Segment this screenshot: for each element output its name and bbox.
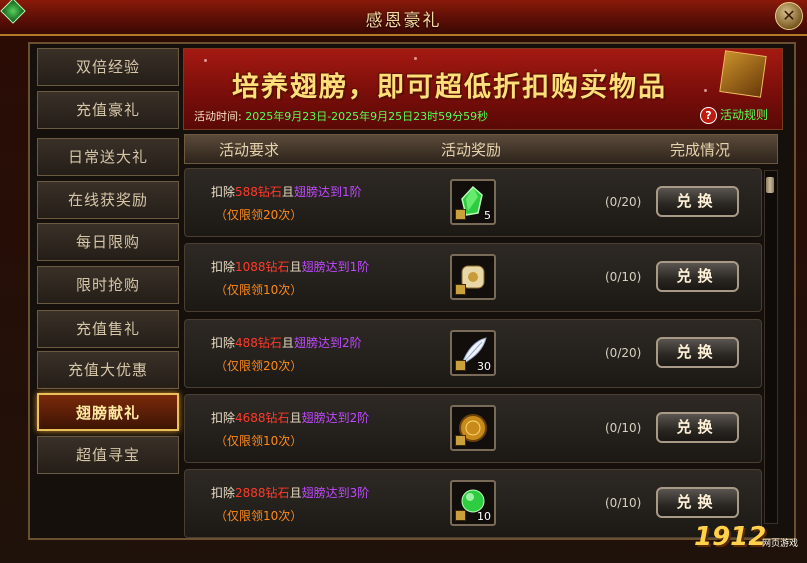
- sidebar-item-recharge-gift[interactable]: 充值豪礼: [37, 91, 179, 129]
- lock-icon: [455, 284, 466, 295]
- gift-box-icon: [719, 50, 767, 98]
- rules-link[interactable]: ? 活动规则: [699, 106, 768, 124]
- header-reward: 活动奖励: [441, 141, 502, 159]
- scrollbar[interactable]: [764, 170, 778, 524]
- title-bar: 感恩豪礼 ✕: [0, 0, 807, 36]
- feather-icon[interactable]: 30: [450, 330, 496, 376]
- game-window: 感恩豪礼 ✕ 双倍经验 充值豪礼 日常送大礼 在线获奖励 每日限购 限时抢购 充…: [0, 0, 807, 563]
- event-banner: 培养翅膀，即可超低折扣购买物品 活动时间: 2025年9月23日-2025年9月…: [183, 48, 783, 130]
- scrollbar-thumb[interactable]: [766, 177, 774, 193]
- window-title: 感恩豪礼: [365, 11, 442, 31]
- reward-count: 30: [477, 360, 491, 373]
- table-header: 活动要求 活动奖励 完成情况: [184, 134, 778, 164]
- exchange-button[interactable]: 兑换: [656, 186, 739, 217]
- progress-text: (0/20): [605, 346, 642, 360]
- scroll-icon[interactable]: [450, 254, 496, 300]
- exchange-button[interactable]: 兑换: [656, 261, 739, 292]
- requirement-text: 扣除588钻石且翅膀达到1阶: [211, 185, 362, 199]
- sidebar-item-daily-gift[interactable]: 日常送大礼: [37, 138, 179, 176]
- progress-text: (0/20): [605, 195, 642, 209]
- table-row: 扣除1088钻石且翅膀达到1阶 （仅限领10次） (0/10) 兑换: [184, 243, 762, 312]
- requirement-text: 扣除4688钻石且翅膀达到2阶: [211, 411, 370, 425]
- lock-icon: [455, 209, 466, 220]
- requirement-text: 扣除488钻石且翅膀达到2阶: [211, 336, 362, 350]
- sidebar-item-flash-sale[interactable]: 限时抢购: [37, 266, 179, 304]
- exchange-button[interactable]: 兑换: [656, 487, 739, 518]
- sidebar-item-treasure-hunt[interactable]: 超值寻宝: [37, 436, 179, 474]
- limit-text: （仅限领10次）: [215, 283, 303, 297]
- exchange-button[interactable]: 兑换: [656, 412, 739, 443]
- sidebar-item-wing-gift[interactable]: 翅膀献礼: [37, 393, 179, 431]
- sidebar-item-online-reward[interactable]: 在线获奖励: [37, 181, 179, 219]
- sidebar-item-double-exp[interactable]: 双倍经验: [37, 48, 179, 86]
- requirement-text: 扣除1088钻石且翅膀达到1阶: [211, 260, 370, 274]
- sidebar-item-daily-limit[interactable]: 每日限购: [37, 223, 179, 261]
- requirement-text: 扣除2888钻石且翅膀达到3阶: [211, 486, 370, 500]
- table-row: 扣除2888钻石且翅膀达到3阶 （仅限领10次） 10 (0/10) 兑换: [184, 469, 762, 538]
- limit-text: （仅限领20次）: [215, 208, 303, 222]
- watermark-sub: 网页游戏: [762, 539, 799, 549]
- rules-label: 活动规则: [719, 108, 768, 122]
- watermark-logo: 1912: [694, 522, 767, 552]
- header-requirement: 活动要求: [219, 141, 280, 159]
- progress-text: (0/10): [605, 421, 642, 435]
- limit-text: （仅限领10次）: [215, 434, 303, 448]
- sidebar-item-recharge-discount[interactable]: 充值大优惠: [37, 351, 179, 389]
- table-row: 扣除4688钻石且翅膀达到2阶 （仅限领10次） (0/10) 兑换: [184, 394, 762, 463]
- table-row: 扣除488钻石且翅膀达到2阶 （仅限领20次） 30 (0/20) 兑换: [184, 319, 762, 388]
- exchange-button[interactable]: 兑换: [656, 337, 739, 368]
- progress-text: (0/10): [605, 496, 642, 510]
- banner-title: 培养翅膀，即可超低折扣购买物品: [232, 72, 667, 103]
- lock-icon: [455, 435, 466, 446]
- sidebar-item-recharge-sale[interactable]: 充值售礼: [37, 310, 179, 348]
- lock-icon: [455, 360, 466, 371]
- lock-icon: [455, 510, 466, 521]
- limit-text: （仅限领10次）: [215, 509, 303, 523]
- table-row: 扣除588钻石且翅膀达到1阶 （仅限领20次） 5 (0/20) 兑换: [184, 168, 762, 237]
- header-status: 完成情况: [670, 141, 731, 159]
- progress-text: (0/10): [605, 270, 642, 284]
- green-orb-icon[interactable]: 10: [450, 480, 496, 526]
- reward-count: 10: [477, 510, 491, 523]
- event-time-value: 2025年9月23日-2025年9月25日23时59分59秒: [245, 110, 489, 123]
- reward-count: 5: [484, 209, 491, 222]
- event-time-label: 活动时间:: [194, 110, 242, 123]
- gold-coin-icon[interactable]: [450, 405, 496, 451]
- close-button[interactable]: ✕: [775, 2, 803, 30]
- help-icon: ?: [699, 107, 717, 124]
- limit-text: （仅限领20次）: [215, 359, 303, 373]
- event-time: 活动时间: 2025年9月23日-2025年9月25日23时59分59秒: [194, 108, 488, 124]
- green-gem-icon[interactable]: 5: [450, 179, 496, 225]
